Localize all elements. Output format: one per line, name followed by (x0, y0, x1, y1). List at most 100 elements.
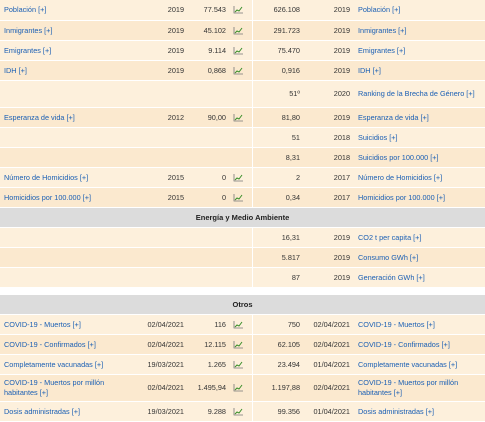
left-value: 90,00 (188, 107, 230, 128)
line-chart-icon[interactable] (233, 173, 243, 182)
line-chart-icon[interactable] (233, 113, 243, 122)
left-year (128, 267, 188, 288)
right-indicator-link[interactable]: Consumo GWh [+] (354, 247, 485, 268)
left-indicator-link[interactable]: IDH [+] (0, 60, 128, 81)
right-indicator-link[interactable]: Homicidios por 100.000 [+] (354, 187, 485, 208)
left-value: 9.288 (188, 401, 230, 422)
line-chart-icon[interactable] (233, 193, 243, 202)
left-year: 2019 (128, 0, 188, 21)
left-value (188, 247, 230, 268)
left-indicator-link[interactable]: Inmigrantes [+] (0, 20, 128, 41)
right-indicator-link[interactable]: Población [+] (354, 0, 485, 21)
right-year: 2017 (304, 167, 354, 188)
right-indicator-link[interactable]: IDH [+] (354, 60, 485, 81)
right-year: 2019 (304, 60, 354, 81)
right-indicator-link[interactable]: Generación GWh [+] (354, 267, 485, 288)
table-row: Emigrantes [+] 2019 9.114 75.470 2019 Emigran… (0, 40, 485, 61)
right-year: 02/04/2021 (304, 314, 354, 335)
right-indicator-link[interactable]: Emigrantes [+] (354, 40, 485, 61)
left-year: 19/03/2021 (128, 401, 188, 422)
section-title: Energía y Medio Ambiente (0, 207, 485, 228)
left-indicator-link[interactable]: Homicidios por 100.000 [+] (0, 187, 128, 208)
chart-cell (230, 354, 253, 375)
table-row: Población [+] 2019 77.543 626.108 2019 Poblac… (0, 0, 485, 21)
right-indicator-link[interactable]: Completamente vacunadas [+] (354, 354, 485, 375)
left-year (128, 247, 188, 268)
line-chart-icon[interactable] (233, 6, 243, 14)
table-body: Población [+] 2019 77.543 626.108 2019 Poblac… (0, 0, 485, 422)
left-value (188, 227, 230, 248)
left-value: 1.495,94 (188, 374, 230, 402)
right-value: 750 (252, 314, 304, 335)
left-indicator-link[interactable]: Número de Homicidios [+] (0, 167, 128, 188)
right-value: 0,34 (252, 187, 304, 208)
left-indicator-link[interactable]: Emigrantes [+] (0, 40, 128, 61)
right-indicator-link[interactable]: Dosis administradas [+] (354, 401, 485, 422)
right-year: 2019 (304, 267, 354, 288)
right-indicator-link[interactable]: Suicidios [+] (354, 127, 485, 148)
left-value: 77.543 (188, 0, 230, 21)
left-year: 19/03/2021 (128, 354, 188, 375)
line-chart-icon[interactable] (233, 26, 243, 35)
left-year: 02/04/2021 (128, 334, 188, 355)
right-indicator-link[interactable]: Número de Homicidios [+] (354, 167, 485, 188)
line-chart-icon[interactable] (233, 66, 243, 75)
right-indicator-link[interactable]: COVID-19 - Muertos [+] (354, 314, 485, 335)
line-chart-icon[interactable] (233, 46, 243, 55)
line-chart-icon[interactable] (233, 360, 243, 369)
table-row: 16,31 2019 CO2 t per capita [+] (0, 227, 485, 248)
right-indicator-link[interactable]: CO2 t per capita [+] (354, 227, 485, 248)
chart-cell (230, 334, 253, 355)
right-indicator-link[interactable]: COVID-19 - Muertos por millón habitantes… (354, 374, 485, 402)
left-year: 2015 (128, 167, 188, 188)
right-year: 2017 (304, 187, 354, 208)
chart-cell (230, 20, 253, 41)
left-value (188, 267, 230, 288)
chart-cell (230, 374, 253, 402)
right-year: 2019 (304, 227, 354, 248)
left-indicator-link[interactable]: Población [+] (0, 0, 128, 21)
right-indicator-link[interactable]: COVID-19 - Confirmados [+] (354, 334, 485, 355)
right-value: 51º (252, 80, 304, 108)
left-value: 9.114 (188, 40, 230, 61)
left-value: 0,868 (188, 60, 230, 81)
left-indicator-link[interactable]: Esperanza de vida [+] (0, 107, 128, 128)
left-year: 2019 (128, 60, 188, 81)
line-chart-icon[interactable] (233, 407, 243, 416)
table-row: 8,31 2018 Suicidios por 100.000 [+] (0, 147, 485, 168)
right-year: 01/04/2021 (304, 354, 354, 375)
right-indicator-link[interactable]: Esperanza de vida [+] (354, 107, 485, 128)
chart-cell (230, 227, 253, 248)
right-year: 2018 (304, 147, 354, 168)
right-indicator-link[interactable]: Inmigrantes [+] (354, 20, 485, 41)
line-chart-icon[interactable] (233, 320, 243, 329)
left-indicator-link[interactable]: COVID-19 - Muertos [+] (0, 314, 128, 335)
chart-cell (230, 401, 253, 422)
left-year: 2019 (128, 20, 188, 41)
chart-cell (230, 167, 253, 188)
chart-cell (230, 247, 253, 268)
left-indicator-link (0, 147, 128, 168)
left-value: 45.102 (188, 20, 230, 41)
table-row: Completamente vacunadas [+] 19/03/2021 1.2… (0, 354, 485, 375)
chart-cell (230, 107, 253, 128)
line-chart-icon[interactable] (233, 340, 243, 349)
left-year (128, 127, 188, 148)
left-value: 0 (188, 187, 230, 208)
right-indicator-link[interactable]: Suicidios por 100.000 [+] (354, 147, 485, 168)
right-year: 2018 (304, 127, 354, 148)
left-indicator-link[interactable]: COVID-19 - Confirmados [+] (0, 334, 128, 355)
left-indicator-link[interactable]: Dosis administradas [+] (0, 401, 128, 422)
table-row: 51º 2020 Ranking de la Brecha de Género [+… (0, 80, 485, 108)
left-indicator-link (0, 227, 128, 248)
chart-cell (230, 127, 253, 148)
line-chart-icon[interactable] (233, 384, 243, 392)
left-indicator-link[interactable]: Completamente vacunadas [+] (0, 354, 128, 375)
table-row: Dosis administradas [+] 19/03/2021 9.288 99… (0, 401, 485, 422)
left-indicator-link[interactable]: COVID-19 - Muertos por millón habitantes… (0, 374, 128, 402)
left-year: 2015 (128, 187, 188, 208)
right-value: 16,31 (252, 227, 304, 248)
left-indicator-link (0, 80, 128, 108)
right-indicator-link[interactable]: Ranking de la Brecha de Género [+] (354, 80, 485, 108)
section-title: Otros (0, 294, 485, 315)
